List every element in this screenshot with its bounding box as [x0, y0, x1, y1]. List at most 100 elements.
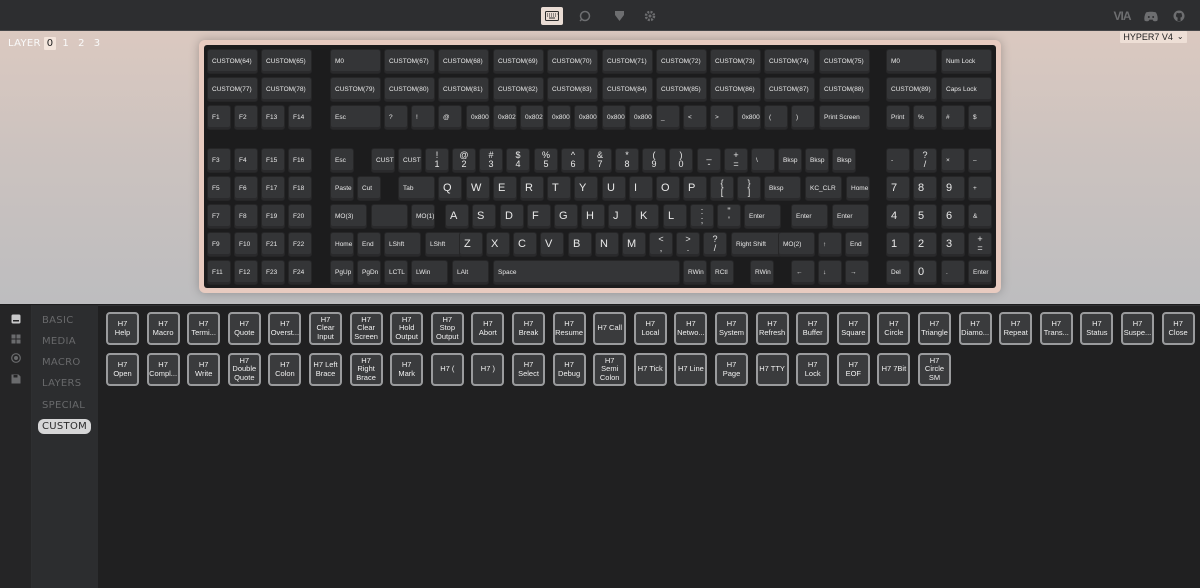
custom-keycode-button[interactable]: H7 Repeat	[999, 312, 1033, 345]
keyboard-key[interactable]: !	[411, 105, 435, 130]
keyboard-key[interactable]: CUSTOM(82)	[493, 77, 544, 102]
keyboard-key[interactable]: CUSTOM(74)	[764, 49, 815, 74]
keyboard-key[interactable]: B	[568, 232, 592, 257]
keyboard-key[interactable]: CUSTOM(77)	[207, 77, 258, 102]
keyboard-key[interactable]: N	[595, 232, 619, 257]
keyboard-key[interactable]: F21	[261, 232, 285, 257]
keyboard-key[interactable]: Y	[574, 176, 598, 201]
keyboard-key[interactable]: #	[941, 105, 965, 130]
custom-keycode-button[interactable]: H7 Macro	[146, 312, 180, 345]
keyboard-key[interactable]: CUSTOM(75)	[819, 49, 870, 74]
keyboard-key[interactable]: F7	[207, 204, 231, 229]
keyboard-key[interactable]: ^ 6	[561, 148, 585, 173]
keyboard-key[interactable]: MO(1)	[411, 204, 435, 229]
keyboard-key[interactable]: CUSTOM(65)	[261, 49, 312, 74]
custom-keycode-button[interactable]: H7 Stop Output	[430, 312, 464, 345]
keyboard-key[interactable]: Home	[846, 176, 870, 201]
keyboard-key[interactable]: _	[656, 105, 680, 130]
keyboard-key[interactable]: Bksp	[805, 148, 829, 173]
keyboard-key[interactable]: &	[968, 204, 992, 229]
keyboard-key[interactable]: Enter	[968, 260, 992, 285]
keyboard-key[interactable]: CUSTOM(73)	[710, 49, 761, 74]
keyboard-key[interactable]: Z	[459, 232, 483, 257]
menu-special[interactable]: SPECIAL	[38, 398, 89, 413]
keyboard-key[interactable]: CUSTOM(64)	[207, 49, 258, 74]
keyboard-key[interactable]: MO(3)	[330, 204, 367, 229]
custom-keycode-button[interactable]: H7 Overst...	[268, 312, 302, 345]
keyboard-key[interactable]: L	[663, 204, 687, 229]
keyboard-key[interactable]: Right Shift	[731, 232, 782, 257]
keyboard-key[interactable]: Home	[330, 232, 354, 257]
custom-keycode-button[interactable]: H7 Semi Colon	[593, 353, 627, 386]
keyboard-key[interactable]: Tab	[398, 176, 435, 201]
custom-keycode-button[interactable]: H7 7Bit	[877, 353, 911, 386]
keyboard-key[interactable]: 5	[913, 204, 937, 229]
menu-media[interactable]: MEDIA	[38, 334, 80, 349]
keyboard-key[interactable]: (	[764, 105, 788, 130]
custom-keycode-button[interactable]: H7 Close	[1161, 312, 1195, 345]
keyboard-key[interactable]: @	[438, 105, 462, 130]
keyboard-key[interactable]: CUSTO	[371, 148, 395, 173]
keycode-icon[interactable]	[10, 313, 21, 324]
keyboard-key[interactable]: G	[554, 204, 578, 229]
keyboard-key[interactable]: Enter	[791, 204, 828, 229]
custom-keycode-button[interactable]: H7 Suspe...	[1121, 312, 1154, 345]
keyboard-key[interactable]: ?	[384, 105, 408, 130]
keyboard-key[interactable]: Esc	[330, 148, 354, 173]
custom-keycode-button[interactable]: H7 Compl...	[146, 353, 180, 386]
keyboard-key[interactable]: 0x800	[547, 105, 571, 130]
keyboard-key[interactable]: CUSTOM(86)	[710, 77, 761, 102]
custom-keycode-button[interactable]: H7 Page	[715, 353, 748, 386]
keyboard-key[interactable]: CUSTOM(88)	[819, 77, 870, 102]
keyboard-key[interactable]: CUSTO	[398, 148, 422, 173]
keyboard-key[interactable]: Print Screen	[819, 105, 870, 130]
keyboard-key[interactable]: 3	[941, 232, 965, 257]
keyboard-key[interactable]: 0x800	[629, 105, 653, 130]
keyboard-key[interactable]: RCtl	[710, 260, 734, 285]
keyboard-key[interactable]: CUSTOM(71)	[602, 49, 653, 74]
keyboard-key[interactable]: F11	[207, 260, 231, 285]
keyboard-key[interactable]: E	[493, 176, 517, 201]
keyboard-key[interactable]: ←	[791, 260, 815, 285]
keyboard-key[interactable]: 7	[886, 176, 910, 201]
custom-keycode-button[interactable]: H7 Select	[512, 353, 545, 386]
custom-keycode-button[interactable]: H7 Buffer	[796, 312, 830, 345]
keyboard-key[interactable]: CUSTOM(72)	[656, 49, 707, 74]
custom-keycode-button[interactable]: H7 Square	[836, 312, 870, 345]
record-icon[interactable]	[10, 352, 21, 363]
keyboard-key[interactable]: F8	[234, 204, 258, 229]
keyboard-key[interactable]: F22	[288, 232, 312, 257]
keyboard-key[interactable]: M0	[886, 49, 937, 74]
keyboard-key[interactable]: 0x800	[466, 105, 490, 130]
custom-keycode-button[interactable]: H7 Help	[106, 312, 139, 345]
gear-icon[interactable]	[643, 7, 657, 25]
keyboard-key[interactable]: –	[968, 148, 992, 173]
keyboard-key[interactable]: Esc	[330, 105, 381, 130]
keyboard-key[interactable]: CUSTOM(78)	[261, 77, 312, 102]
layer-0[interactable]: 0	[43, 37, 57, 50]
keyboard-key[interactable]: F24	[288, 260, 312, 285]
keyboard-key[interactable]: Print	[886, 105, 910, 130]
keyboard-key[interactable]: F10	[234, 232, 258, 257]
keyboard-key[interactable]: >	[710, 105, 734, 130]
keyboard-key[interactable]: CUSTOM(80)	[384, 77, 435, 102]
custom-keycode-button[interactable]: H7 Mark	[390, 353, 424, 386]
save-icon[interactable]	[10, 373, 21, 384]
keyboard-key[interactable]: Bksp	[832, 148, 856, 173]
menu-macro[interactable]: MACRO	[38, 355, 85, 370]
settings-icon[interactable]	[578, 7, 592, 25]
keyboard-key[interactable]: + =	[724, 148, 748, 173]
custom-keycode-button[interactable]: H7 Call	[593, 312, 627, 345]
bug-icon[interactable]	[612, 7, 626, 25]
custom-keycode-button[interactable]: H7 Open	[106, 353, 139, 386]
keyboard-key[interactable]: 0x802	[493, 105, 517, 130]
keyboard-key[interactable]: End	[845, 232, 869, 257]
keyboard-key[interactable]: H	[581, 204, 605, 229]
keyboard-key[interactable]: 0x800	[737, 105, 761, 130]
keyboard-key[interactable]: _ -	[697, 148, 721, 173]
custom-keycode-button[interactable]: H7 Circle SM	[918, 353, 951, 386]
custom-keycode-button[interactable]: H7 Clear Input	[309, 312, 342, 345]
keyboard-key[interactable]: $4	[506, 148, 530, 173]
keyboard-key[interactable]: T	[547, 176, 571, 201]
custom-keycode-button[interactable]: H7 Circle	[877, 312, 911, 345]
